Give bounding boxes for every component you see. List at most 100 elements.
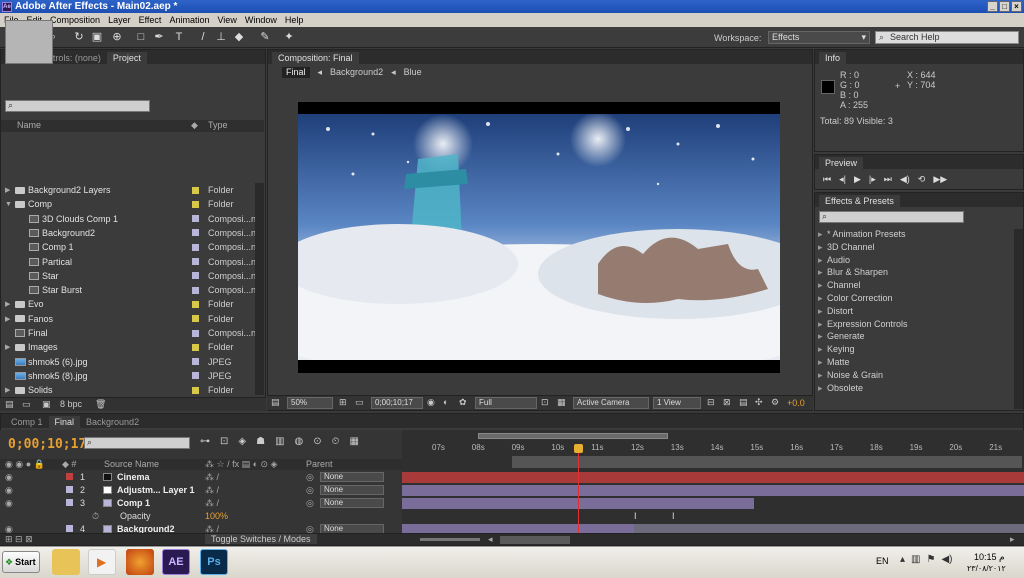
photoshop-taskbar-icon[interactable]: Ps [200,549,228,575]
effect-category[interactable]: Obsolete [818,383,863,394]
first-frame-icon[interactable]: ⏮ [823,174,831,185]
language-indicator[interactable]: EN [876,556,889,566]
timeline-layer-row[interactable]: ◉ 1 Cinema ⁂ / ◎ None [0,471,402,483]
visibility-eye-icon[interactable]: ◉ [5,485,13,496]
expand-collapse-icon[interactable]: ⊞ ⊟ ⊠ [5,534,33,545]
current-time-display[interactable]: 0;00;10;17 [371,397,423,409]
disclosure-triangle-icon[interactable]: ▶ [5,386,10,394]
label-color-swatch[interactable] [192,343,199,351]
flag-icon[interactable]: ⚑ [926,554,935,565]
previous-frame-icon[interactable]: ◂| [839,174,846,185]
switches-icons[interactable]: ⁂ ☆ / fx ▤ ◐ ⊙ ◈ [205,459,277,470]
label-color-swatch[interactable] [192,229,199,237]
col-source-name[interactable]: Source Name [104,459,159,469]
layer-name[interactable]: Adjustm... Layer 1 [117,485,195,495]
tab-project[interactable]: Project [106,52,147,64]
effect-category[interactable]: Keying [818,344,854,355]
toggle-switches-modes-button[interactable]: Toggle Switches / Modes [205,534,317,544]
menu-layer[interactable]: Layer [104,15,135,25]
clone-stamp-tool-icon[interactable]: ⊥ [214,30,228,44]
camera-view-dropdown[interactable]: Active Camera [573,397,649,409]
exposure-value[interactable]: +0.0 [787,398,805,408]
project-item[interactable]: ▼ Comp Folder [1,197,255,211]
frame-blending-icon[interactable]: ▥ [275,436,284,447]
layer-label-color[interactable] [66,499,73,506]
project-item[interactable]: Background2 Composi...n [1,226,256,240]
project-search-input[interactable]: ⌕ [5,100,150,112]
menu-view[interactable]: View [213,15,240,25]
menu-effect[interactable]: Effect [135,15,166,25]
project-item[interactable]: Star Composi...n [1,269,256,283]
mute-audio-icon[interactable]: ◀) [900,174,910,185]
menu-composition[interactable]: Composition [46,15,104,25]
project-item[interactable]: ▶ Fanos Folder [1,312,255,326]
tray-chevron-icon[interactable]: ▴ [900,554,905,565]
disclosure-triangle-icon[interactable]: ▶ [5,343,10,351]
timeline-search-input[interactable]: ⌕ [84,437,190,449]
av-features-icon[interactable]: ◉ ◉ ● 🔒 [5,459,45,470]
always-preview-icon[interactable]: ▤ [271,397,280,408]
project-item[interactable]: ▶ Solids Folder [1,383,255,397]
project-item[interactable]: 3D Clouds Comp 1 Composi...n [1,212,256,226]
effect-category[interactable]: * Animation Presets [818,229,905,240]
new-folder-icon[interactable]: ▭ [22,399,31,410]
mask-visibility-icon[interactable]: ▭ [355,397,364,408]
project-item[interactable]: ▶ Images Folder [1,340,255,354]
camera-tool-icon[interactable]: ▣ [90,30,104,44]
keyframe-icon[interactable]: I [672,511,675,521]
puppet-tool-icon[interactable]: ✦ [282,30,296,44]
label-color-swatch[interactable] [192,243,199,251]
label-color-swatch[interactable] [192,286,199,294]
label-color-swatch[interactable] [192,186,199,194]
zoom-slider[interactable] [420,538,480,541]
timeline-scrollbar-thumb[interactable] [500,536,570,544]
keyframe-icon[interactable]: I [634,511,637,521]
next-frame-icon[interactable]: |▸ [869,174,876,185]
effect-category[interactable]: Distort [818,306,853,317]
transparency-grid-icon[interactable]: ▦ [557,397,566,408]
label-color-swatch[interactable] [192,315,199,323]
tab-effects-presets[interactable]: Effects & Presets [819,195,900,207]
maximize-button[interactable]: □ [999,1,1010,12]
visibility-eye-icon[interactable]: ◉ [5,498,13,509]
project-item[interactable]: shmok5 (6).jpg JPEG [1,355,255,369]
shy-layers-icon[interactable]: ☗ [256,436,265,447]
label-column-icon[interactable]: ◆ [191,120,198,131]
timeline-icon[interactable]: ▤ [739,397,748,408]
live-update-icon[interactable]: ⊡ [220,436,228,447]
auto-keyframe-icon[interactable]: ⏲ [332,436,340,447]
stopwatch-icon[interactable]: ⏱ [92,511,99,522]
roto-brush-tool-icon[interactable]: ✎ [258,30,272,44]
disclosure-triangle-icon[interactable]: ▶ [5,186,10,194]
tab-timeline-background2[interactable]: Background2 [80,416,145,428]
playhead-handle[interactable] [574,444,583,453]
snapshot-icon[interactable]: ◉ [427,397,435,408]
current-time-indicator[interactable] [578,444,579,534]
effects-scrollbar[interactable] [1014,229,1023,409]
layer-switches-icon[interactable]: ⁂ / [205,472,219,483]
tray-clock-date[interactable]: ٢٣/٠٨/٢٠١٢ [967,564,1006,573]
effect-category[interactable]: Matte [818,357,849,368]
safe-zones-icon[interactable]: ⊞ [339,397,347,408]
layer-duration-bar[interactable] [402,485,1024,496]
pick-whip-icon[interactable]: ◎ [306,485,314,496]
project-scrollbar[interactable] [255,183,264,395]
firefox-taskbar-icon[interactable] [126,549,154,575]
effect-category[interactable]: Expression Controls [818,319,907,330]
layer-label-color[interactable] [66,473,73,480]
parent-dropdown[interactable]: None [320,485,384,495]
effect-category[interactable]: Color Correction [818,293,892,304]
rectangle-tool-icon[interactable]: □ [134,30,148,44]
comp-mini-flowchart-icon[interactable]: ⊶ [200,436,210,447]
pick-whip-icon[interactable]: ◎ [306,498,314,509]
project-item[interactable]: ▶ Evo Folder [1,297,255,311]
breadcrumb-background2[interactable]: Background2 [330,67,383,78]
flowchart-icon[interactable]: ✣ [755,397,763,408]
pan-behind-tool-icon[interactable]: ⊕ [110,30,124,44]
tab-timeline-comp1[interactable]: Comp 1 [5,416,49,428]
ram-preview-icon[interactable]: ▶▶ [933,174,947,185]
breadcrumb-blue[interactable]: Blue [404,67,422,78]
project-item[interactable]: shmok5 (8).jpg JPEG [1,369,255,383]
project-item[interactable]: ▶ Background2 Layers Folder [1,183,255,197]
loop-icon[interactable]: ⟲ [918,174,926,185]
